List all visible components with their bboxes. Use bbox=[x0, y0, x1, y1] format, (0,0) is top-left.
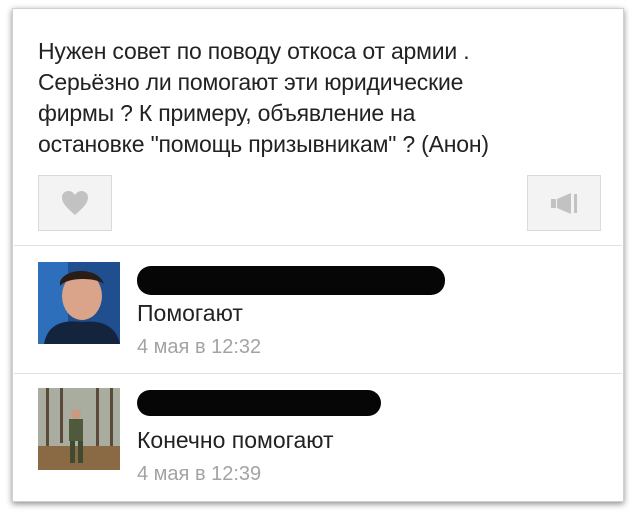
divider bbox=[14, 245, 622, 246]
divider bbox=[14, 373, 622, 374]
comment-text: Конечно помогают bbox=[137, 427, 334, 453]
avatar-photo bbox=[38, 388, 120, 470]
post-card: Нужен совет по поводу откоса от армии . … bbox=[12, 8, 624, 502]
megaphone-icon bbox=[551, 193, 577, 214]
like-button[interactable] bbox=[38, 175, 112, 231]
comment-timestamp: 4 мая в 12:39 bbox=[137, 463, 262, 485]
comment-text: Помогают bbox=[137, 300, 243, 326]
redacted-name bbox=[137, 390, 381, 416]
share-button[interactable] bbox=[527, 175, 601, 231]
avatar-photo bbox=[38, 262, 120, 344]
avatar[interactable] bbox=[38, 262, 120, 344]
heart-icon bbox=[62, 191, 88, 215]
avatar[interactable] bbox=[38, 388, 120, 470]
comment-timestamp: 4 мая в 12:32 bbox=[137, 336, 262, 358]
redacted-name bbox=[137, 266, 445, 295]
post-text: Нужен совет по поводу откоса от армии . … bbox=[38, 38, 489, 157]
